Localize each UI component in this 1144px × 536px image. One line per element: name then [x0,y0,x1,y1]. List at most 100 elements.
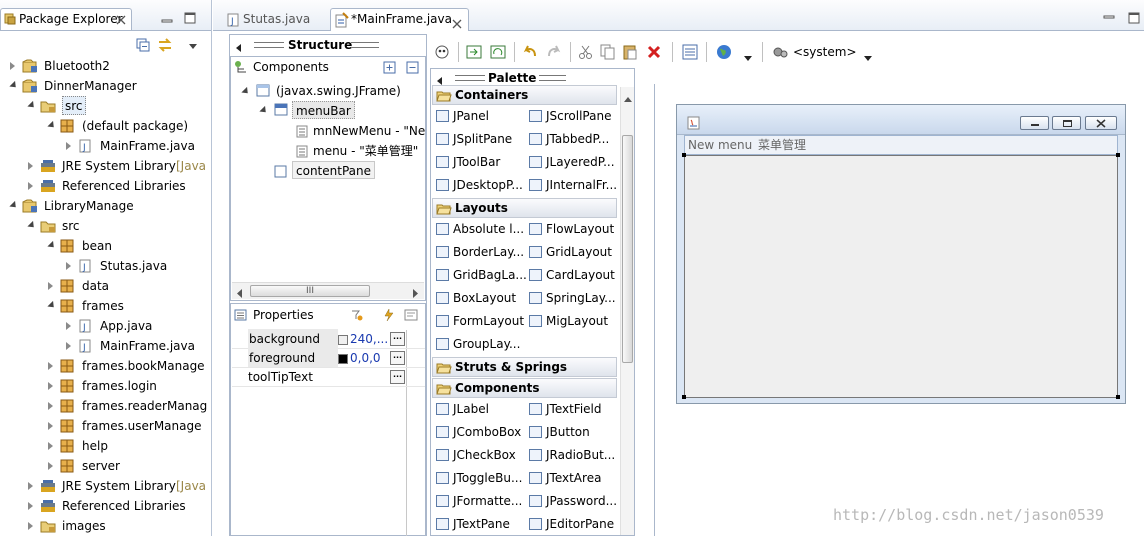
expanded-arrow-icon[interactable] [27,100,37,111]
tree-item-bluetooth2[interactable]: Bluetooth2 [0,56,211,76]
palette-item-jlayeredp[interactable]: JLayeredP... [528,152,615,172]
redo-icon[interactable] [546,44,562,60]
expand-arrow-icon[interactable] [241,86,251,97]
tree-item-src[interactable]: src [0,216,211,236]
reparse-icon[interactable] [490,44,506,60]
tree-item-mnnewmenu[interactable]: mnNewMenu - "Ne [313,121,425,141]
palette-item-jcheckbox[interactable]: JCheckBox [435,445,516,465]
palette-item-jtextpane[interactable]: JTextPane [435,514,510,534]
scroll-up-icon[interactable] [624,91,632,102]
layout-icon[interactable] [682,44,698,60]
tree-item-menu[interactable]: menu - "菜单管理" [313,141,418,161]
collapsed-arrow-icon[interactable] [66,322,71,330]
tree-item-mainframe-java[interactable]: J MainFrame.java [0,136,211,156]
ellipsis-button[interactable]: ... [390,370,405,384]
scroll-right-icon[interactable] [412,287,418,298]
expanded-arrow-icon[interactable] [9,80,19,91]
palette-item-jeditorpane[interactable]: JEditorPane [528,514,614,534]
palette-section-struts[interactable]: Struts & Springs [432,357,617,377]
palette-item-jinternalfr[interactable]: JInternalFr... [528,175,617,195]
palette-item-flowlayout[interactable]: FlowLayout [528,219,614,239]
menu-item-new-menu[interactable]: New menu [688,135,752,155]
collapsed-arrow-icon[interactable] [66,262,71,270]
selection-handle[interactable] [1116,395,1120,399]
tree-item-menubar[interactable]: menuBar [292,101,355,119]
expanded-arrow-icon[interactable] [9,200,19,211]
tree-item-mainframe-java[interactable]: J MainFrame.java [0,336,211,356]
ellipsis-button[interactable]: ... [390,351,405,365]
expanded-arrow-icon[interactable] [47,240,57,251]
palette-item-jdesktopp[interactable]: JDesktopP... [435,175,523,195]
horizontal-scrollbar[interactable]: III [232,282,424,299]
chevron-down-icon[interactable] [864,50,872,61]
palette-item-jpassword[interactable]: JPassword... [528,491,617,511]
tree-item-server[interactable]: server [0,456,211,476]
scrollbar-thumb[interactable]: III [250,285,370,297]
collapsed-arrow-icon[interactable] [48,382,53,390]
paste-icon[interactable] [622,44,638,60]
tree-item-bean[interactable]: bean [0,236,211,256]
palette-section-layouts[interactable]: Layouts [432,198,617,218]
selection-handle[interactable] [1116,153,1120,157]
expand-all-icon[interactable] [383,61,396,74]
property-row[interactable]: toolTipText ... [232,368,425,387]
menu-item-caidan-guanli[interactable]: 菜单管理 [758,135,806,155]
collapsed-arrow-icon[interactable] [28,522,33,530]
tree-item-frames-usermanage[interactable]: frames.userManage [0,416,211,436]
tree-item-app-java[interactable]: J App.java [0,316,211,336]
tree-item-images[interactable]: images [0,516,211,536]
palette-item-jradiobut[interactable]: JRadioBut... [528,445,615,465]
minimize-view-icon[interactable] [161,13,173,23]
tree-item-data[interactable]: data [0,276,211,296]
system-laf-icon[interactable] [772,44,788,60]
maximize-editor-icon[interactable] [1128,12,1140,24]
collapsed-arrow-icon[interactable] [48,282,53,290]
selection-handle[interactable] [682,395,686,399]
frame-close-button[interactable] [1085,116,1117,130]
cut-icon[interactable] [578,44,594,60]
palette-item-gridbagla[interactable]: GridBagLa... [435,265,527,285]
expand-arrow-icon[interactable] [259,105,269,116]
palette-item-jsplitpane[interactable]: JSplitPane [435,129,512,149]
palette-item-jscrollpane[interactable]: JScrollPane [528,106,611,126]
close-icon[interactable] [452,15,462,29]
collapse-all-icon[interactable] [406,61,419,74]
copy-icon[interactable] [600,44,616,60]
jframe-preview[interactable]: New menu 菜单管理 [676,104,1126,404]
refresh-source-icon[interactable] [466,44,482,60]
tree-item-contentpane[interactable]: contentPane [292,161,375,179]
tree-item-dinnermanager[interactable]: DinnerManager [0,76,211,96]
palette-item-springlay[interactable]: SpringLay... [528,288,616,308]
tree-item-help[interactable]: help [0,436,211,456]
palette-item-gridlayout[interactable]: GridLayout [528,242,612,262]
collapsed-arrow-icon[interactable] [28,182,33,190]
palette-item-jcombobox[interactable]: JComboBox [435,422,521,442]
collapsed-arrow-icon[interactable] [28,482,33,490]
frame-minimize-button[interactable] [1020,116,1049,130]
expanded-arrow-icon[interactable] [27,220,37,231]
frame-content-pane[interactable] [684,155,1118,398]
package-explorer-tab[interactable]: Package Explorer [0,8,132,30]
tree-item-default-package[interactable]: (default package) [0,116,211,136]
maximize-view-icon[interactable] [184,12,196,24]
filter-icon[interactable] [350,308,364,322]
selection-handle[interactable] [682,153,686,157]
close-icon[interactable] [116,14,126,25]
palette-item-borderlay[interactable]: BorderLay... [435,242,524,262]
delete-icon[interactable] [646,44,662,60]
test-gui-icon[interactable] [434,44,450,60]
goto-definition-icon[interactable] [404,308,418,322]
chevron-down-icon[interactable] [744,50,752,61]
palette-item-jtextarea[interactable]: JTextArea [528,468,601,488]
palette-item-jtogglebu[interactable]: JToggleBu... [435,468,522,488]
collapsed-arrow-icon[interactable] [28,162,33,170]
property-row[interactable]: background 240,... ... [232,329,425,349]
frame-maximize-button[interactable] [1052,116,1081,130]
tab-mainframe-java[interactable]: *MainFrame.java [330,8,469,31]
expanded-arrow-icon[interactable] [47,300,57,311]
tree-item-frames[interactable]: frames [0,296,211,316]
collapsed-arrow-icon[interactable] [48,402,53,410]
tree-item-referenced-libraries[interactable]: Referenced Libraries [0,496,211,516]
tree-item-librarymanage[interactable]: LibraryManage [0,196,211,216]
palette-item-miglayout[interactable]: MigLayout [528,311,608,331]
